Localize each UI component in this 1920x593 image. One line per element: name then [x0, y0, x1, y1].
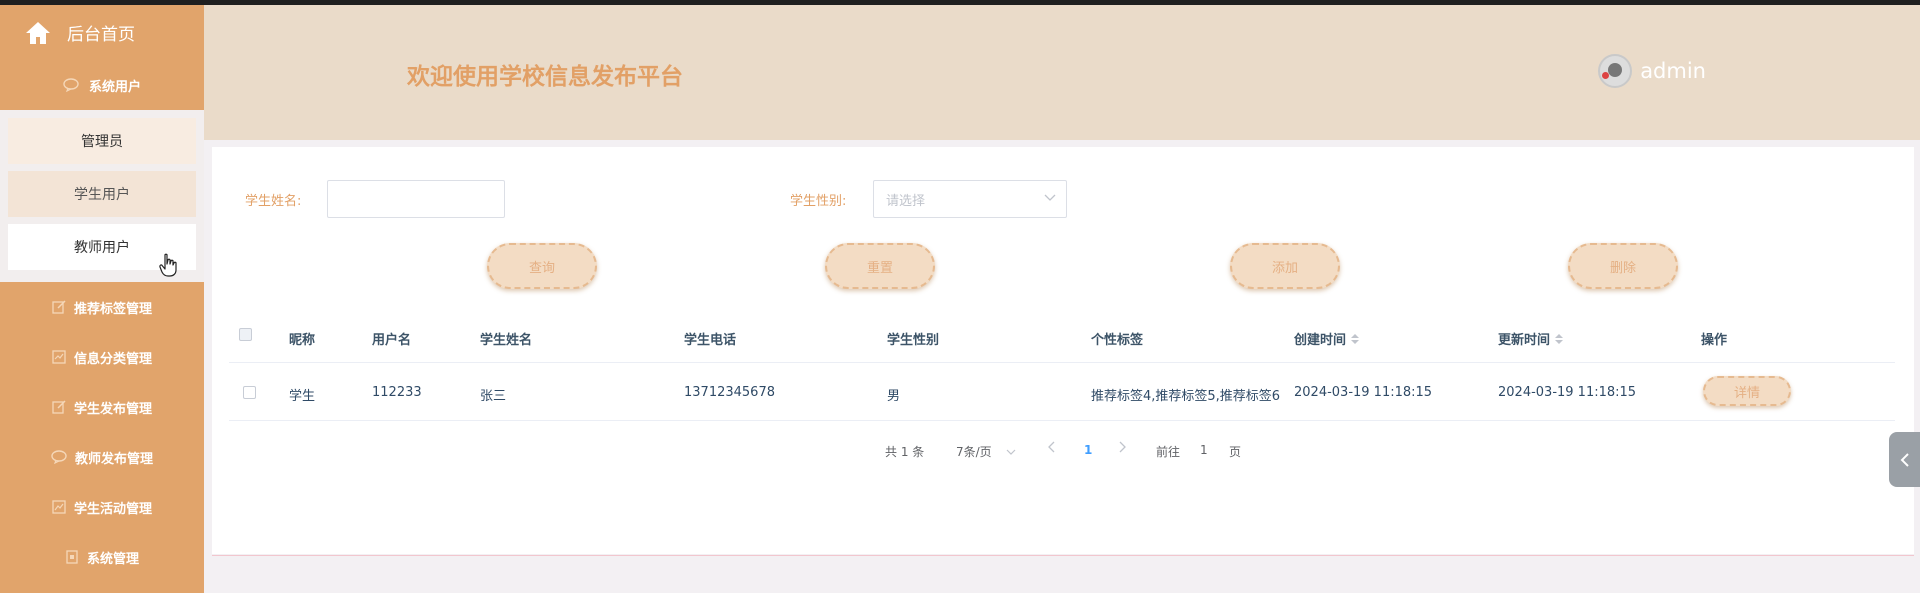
page-number-1[interactable]: 1	[1084, 443, 1092, 457]
chevron-down-icon	[1044, 194, 1056, 201]
column-header-phone: 学生电话	[684, 333, 737, 348]
cell-updated: 2024-03-19 11:18:15	[1498, 385, 1637, 400]
column-header-student-name: 学生姓名	[480, 333, 533, 348]
page-size-select[interactable]: 7条/页	[956, 443, 1016, 460]
column-header-created[interactable]: 创建时间	[1294, 329, 1360, 348]
chevron-left-icon	[1900, 452, 1909, 467]
select-placeholder: 请选择	[886, 193, 926, 209]
header: 欢迎使用学校信息发布平台 admin	[204, 5, 1920, 140]
delete-button[interactable]: 删除	[1568, 243, 1678, 289]
sidebar-item-teacher-posts[interactable]: 教师发布管理	[0, 432, 204, 482]
sidebar-item-student-users[interactable]: 学生用户	[8, 171, 196, 217]
sidebar-home-label: 后台首页	[67, 25, 135, 45]
sort-icon[interactable]	[1555, 333, 1564, 344]
edit-icon	[52, 300, 66, 314]
column-header-username: 用户名	[372, 333, 412, 348]
student-name-input[interactable]	[327, 180, 505, 218]
sidebar-group-label: 系统用户	[88, 79, 141, 95]
username: admin	[1640, 59, 1706, 83]
user-menu[interactable]: admin	[1598, 54, 1706, 88]
sidebar-nav-label: 教师发布管理	[74, 451, 153, 467]
cell-phone: 13712345678	[684, 385, 775, 400]
cell-username: 112233	[372, 385, 422, 400]
sidebar-item-tag-management[interactable]: 推荐标签管理	[0, 282, 204, 332]
pagination-total: 共 1 条	[885, 445, 925, 459]
sidebar: 后台首页 系统用户 管理员 学生用户 教师用户 推荐标签管理 信息分类管理 学生…	[0, 5, 204, 593]
sidebar-nav-label: 推荐标签管理	[73, 301, 152, 317]
sort-icon[interactable]	[1351, 333, 1360, 344]
sidebar-item-category-management[interactable]: 信息分类管理	[0, 332, 204, 382]
cell-student-name: 张三	[480, 389, 507, 404]
sidebar-nav-label: 学生发布管理	[73, 401, 152, 417]
chevron-right-icon	[1119, 441, 1126, 453]
sidebar-home[interactable]: 后台首页	[0, 5, 204, 60]
detail-button[interactable]: 详情	[1703, 376, 1791, 406]
chart-icon	[52, 500, 66, 514]
sidebar-item-system-management[interactable]: 系统管理	[0, 532, 204, 582]
student-gender-select[interactable]: 请选择	[873, 180, 1067, 218]
page-title: 欢迎使用学校信息发布平台	[407, 64, 683, 90]
student-gender-label: 学生性别:	[790, 194, 847, 209]
sidebar-nav-label: 系统管理	[86, 551, 139, 567]
chevron-left-icon	[1048, 441, 1055, 453]
goto-page-input[interactable]: 1	[1200, 443, 1208, 457]
page-size-value: 7条/页	[956, 445, 992, 459]
message-icon	[63, 78, 79, 92]
goto-label: 前往	[1156, 445, 1181, 459]
cell-tags: 推荐标签4,推荐标签5,推荐标签6	[1091, 389, 1281, 404]
sidebar-nav-label: 学生活动管理	[73, 501, 152, 517]
table-header-divider	[229, 362, 1895, 363]
goto-page-suffix: 页	[1229, 445, 1242, 459]
column-header-gender: 学生性别	[887, 333, 940, 348]
table-row-divider	[229, 420, 1895, 421]
select-all-checkbox[interactable]	[239, 328, 252, 341]
sidebar-item-admin[interactable]: 管理员	[8, 118, 196, 164]
column-header-created-label: 创建时间	[1294, 333, 1347, 348]
column-header-tags: 个性标签	[1091, 333, 1144, 348]
reset-button[interactable]: 重置	[825, 243, 935, 289]
divider	[212, 555, 1914, 556]
prev-page-button[interactable]	[1048, 441, 1056, 456]
collapse-panel-button[interactable]	[1889, 432, 1920, 487]
column-header-nickname: 昵称	[289, 333, 316, 348]
add-button[interactable]: 添加	[1230, 243, 1340, 289]
column-header-updated[interactable]: 更新时间	[1498, 329, 1564, 348]
chevron-down-icon	[1006, 449, 1015, 455]
message-icon	[51, 450, 67, 464]
avatar	[1598, 54, 1633, 88]
query-button[interactable]: 查询	[487, 243, 597, 289]
hand-cursor-icon	[159, 253, 177, 277]
doc-icon	[52, 350, 66, 364]
box-icon	[65, 550, 79, 564]
edit-icon	[52, 400, 66, 414]
home-icon	[26, 21, 50, 44]
sidebar-item-activity-management[interactable]: 学生活动管理	[0, 482, 204, 532]
next-page-button[interactable]	[1118, 441, 1126, 456]
column-header-actions: 操作	[1701, 333, 1728, 348]
sidebar-group-system-users[interactable]: 系统用户	[0, 60, 204, 110]
cell-gender: 男	[887, 389, 901, 404]
sidebar-nav-label: 信息分类管理	[73, 351, 152, 367]
column-header-updated-label: 更新时间	[1498, 333, 1551, 348]
cell-created: 2024-03-19 11:18:15	[1294, 385, 1433, 400]
row-checkbox[interactable]	[243, 386, 256, 399]
cell-nickname: 学生	[289, 389, 316, 404]
sidebar-item-student-posts[interactable]: 学生发布管理	[0, 382, 204, 432]
student-name-label: 学生姓名:	[245, 194, 302, 209]
